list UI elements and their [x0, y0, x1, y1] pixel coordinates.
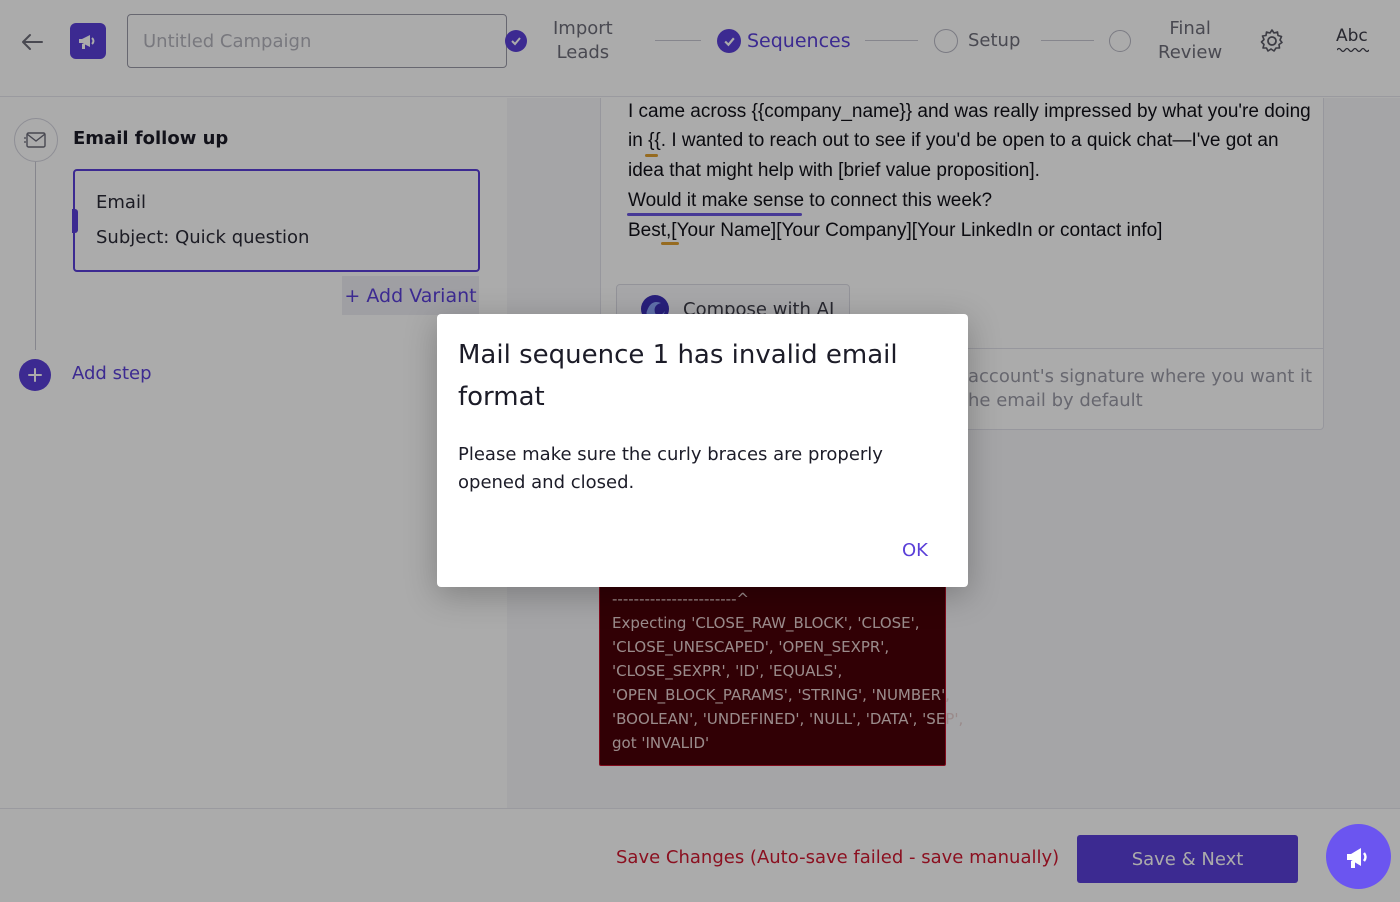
dialog-title: Mail sequence 1 has invalid email format	[458, 340, 898, 412]
announcements-button[interactable]	[1326, 824, 1391, 889]
ok-button[interactable]: OK	[894, 536, 936, 565]
megaphone-icon	[1346, 847, 1367, 868]
error-dialog: Mail sequence 1 has invalid email format…	[437, 314, 968, 587]
dialog-message: Please make sure the curly braces are pr…	[458, 444, 883, 493]
